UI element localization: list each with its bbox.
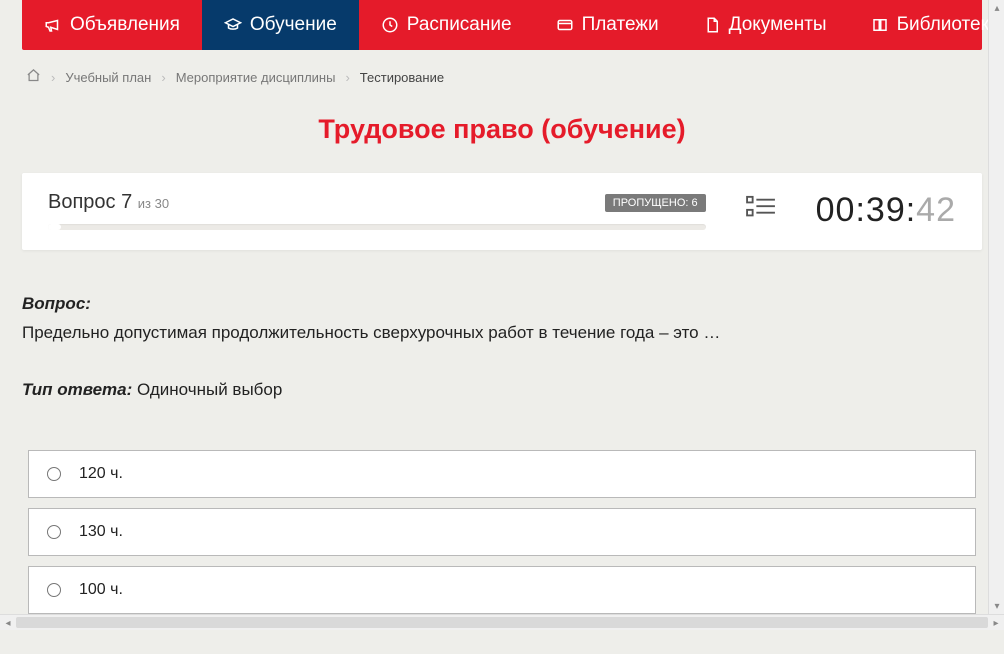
chevron-right-icon: › — [345, 70, 349, 85]
question-header-card: Вопрос 7 из 30 ПРОПУЩЕНО: 6 — [22, 173, 982, 250]
nav-payments[interactable]: Платежи — [534, 0, 681, 50]
chevron-right-icon: › — [161, 70, 165, 85]
nav-label: Библиотека — [897, 14, 1000, 36]
breadcrumb-link[interactable]: Учебный план — [65, 70, 151, 85]
card-icon — [556, 16, 574, 34]
answer-text: 100 ч. — [79, 581, 123, 599]
breadcrumb: › Учебный план › Мероприятие дисциплины … — [26, 68, 978, 86]
question-label: Вопрос: — [22, 294, 982, 314]
answer-radio[interactable] — [47, 525, 61, 539]
answer-list: 120 ч. 130 ч. 100 ч. — [22, 450, 982, 614]
breadcrumb-link[interactable]: Мероприятие дисциплины — [176, 70, 336, 85]
nav-library[interactable]: Библиотека — [849, 0, 1004, 50]
answer-option[interactable]: 120 ч. — [28, 450, 976, 498]
main-nav: Объявления Обучение Расписание Платежи Д… — [22, 0, 982, 50]
scroll-right-icon[interactable]: ▸ — [988, 615, 1004, 631]
question-list-icon[interactable] — [746, 195, 776, 226]
graduation-icon — [224, 16, 242, 34]
nav-documents[interactable]: Документы — [681, 0, 849, 50]
nav-label: Расписание — [407, 14, 512, 36]
breadcrumb-current: Тестирование — [360, 70, 444, 85]
nav-label: Объявления — [70, 14, 180, 36]
nav-label: Документы — [729, 14, 827, 36]
vertical-scrollbar[interactable]: ▴ ▾ — [988, 0, 1004, 614]
answer-radio[interactable] — [47, 583, 61, 597]
scroll-thumb[interactable] — [16, 617, 988, 628]
answer-text: 120 ч. — [79, 465, 123, 483]
skipped-badge: ПРОПУЩЕНО: 6 — [605, 194, 706, 212]
progress-bar — [48, 224, 706, 230]
question-body: Вопрос: Предельно допустимая продолжител… — [22, 294, 982, 614]
question-number: Вопрос 7 из 30 — [48, 191, 169, 214]
nav-learning[interactable]: Обучение — [202, 0, 359, 50]
clock-icon — [381, 16, 399, 34]
scroll-down-icon[interactable]: ▾ — [989, 598, 1004, 614]
scroll-up-icon[interactable]: ▴ — [989, 0, 1004, 16]
timer: 00:39:42 — [816, 191, 956, 230]
nav-schedule[interactable]: Расписание — [359, 0, 534, 50]
page-title: Трудовое право (обучение) — [22, 114, 982, 145]
doc-icon — [703, 16, 721, 34]
nav-label: Платежи — [582, 14, 659, 36]
answer-option[interactable]: 130 ч. — [28, 508, 976, 556]
book-icon — [871, 16, 889, 34]
horizontal-scrollbar[interactable]: ◂ ▸ — [0, 614, 1004, 630]
scroll-left-icon[interactable]: ◂ — [0, 615, 16, 631]
question-text: Предельно допустимая продолжительность с… — [22, 320, 982, 346]
answer-type: Тип ответа: Одиночный выбор — [22, 380, 982, 400]
megaphone-icon — [44, 16, 62, 34]
answer-option[interactable]: 100 ч. — [28, 566, 976, 614]
nav-announcements[interactable]: Объявления — [22, 0, 202, 50]
chevron-right-icon: › — [51, 70, 55, 85]
answer-text: 130 ч. — [79, 523, 123, 541]
answer-radio[interactable] — [47, 467, 61, 481]
nav-label: Обучение — [250, 14, 337, 36]
home-icon[interactable] — [26, 68, 41, 86]
